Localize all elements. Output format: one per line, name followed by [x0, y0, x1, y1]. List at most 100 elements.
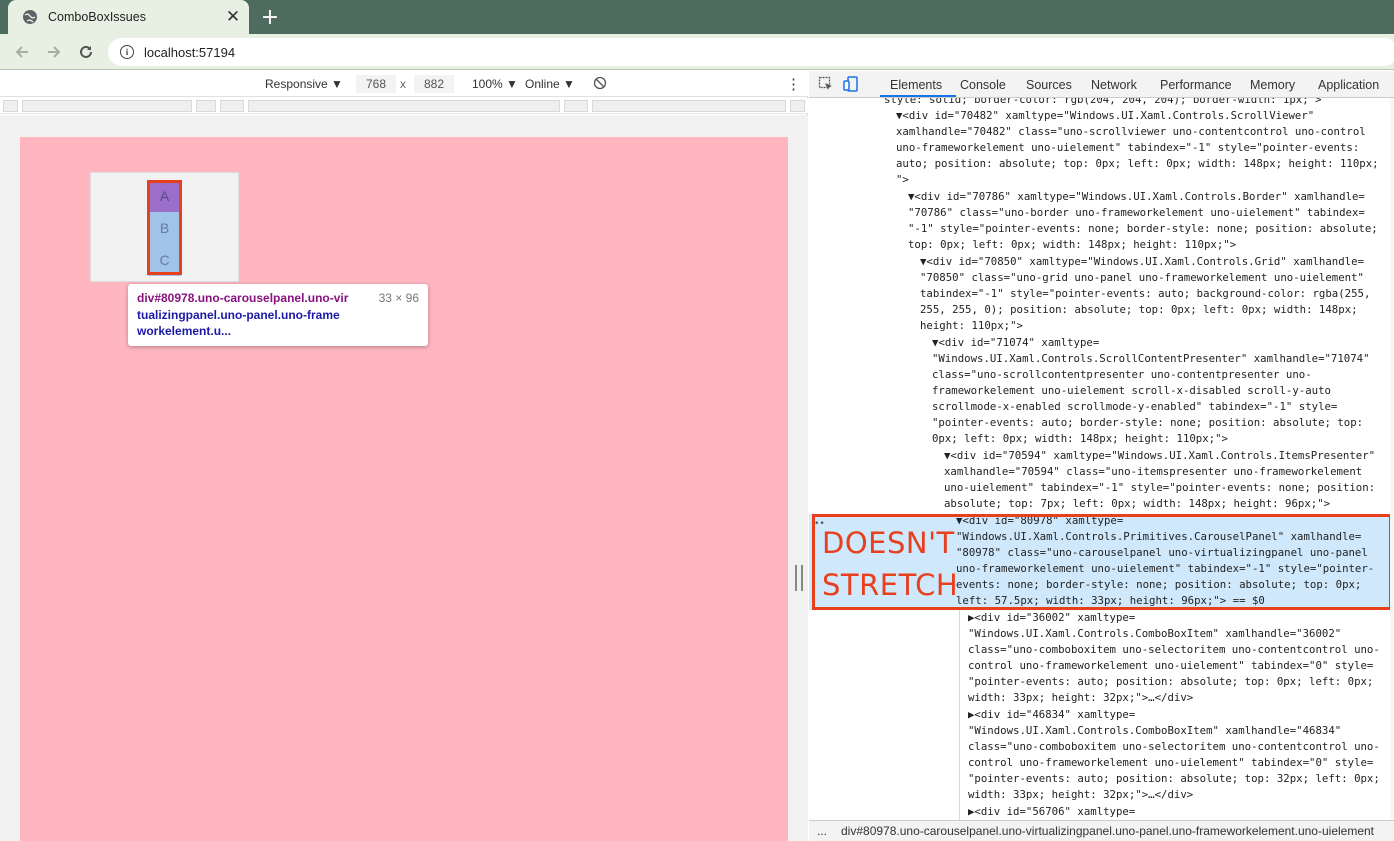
globe-icon — [22, 9, 38, 25]
tooltip-selector: div#80978.uno-carouselpanel.uno-vir tuali… — [137, 291, 349, 338]
new-tab-button[interactable]: + — [259, 5, 281, 30]
zoom-select[interactable]: 100% ▼ — [472, 77, 518, 91]
combobox-item-b[interactable]: B — [148, 212, 181, 244]
dom-line[interactable]: scrollmode-x-enabled scrollmode-y-enable… — [932, 399, 1337, 415]
height-input[interactable]: 882 — [414, 75, 454, 93]
dom-line[interactable]: xamlhandle="70482" class="uno-scrollview… — [896, 124, 1366, 140]
network-select[interactable]: Online ▼ — [525, 77, 575, 91]
devtools-panel: Elements Console Sources Network Perform… — [795, 71, 1394, 841]
ruler-segment[interactable] — [22, 100, 192, 112]
dom-tree: style: solid; border-color: rgb(204, 204… — [809, 98, 1394, 820]
breadcrumb-ellipsis[interactable]: ... — [809, 824, 835, 838]
dom-line[interactable]: "Windows.UI.Xaml.Controls.ComboBoxItem" … — [968, 723, 1341, 739]
tab-sources[interactable]: Sources — [1026, 78, 1072, 92]
dom-line[interactable]: ▶<div id="46834" xamltype= — [968, 707, 1135, 723]
dom-line[interactable]: "pointer-events: auto; position: absolut… — [968, 674, 1373, 690]
carousel-panel: A B C — [148, 180, 181, 276]
device-toolbar: Responsive ▼ 768 x 882 100% ▼ Online ▼ ⋮ — [0, 71, 808, 97]
tab-application[interactable]: Application — [1318, 78, 1379, 92]
dom-line[interactable]: class="uno-scrollcontentpresenter uno-co… — [932, 367, 1312, 383]
dom-line[interactable]: 255, 255, 0); position: absolute; top: 0… — [920, 302, 1358, 318]
width-input[interactable]: 768 — [356, 75, 396, 93]
media-query-ruler — [0, 98, 808, 114]
dom-line[interactable]: uno-uielement" tabindex="-1" style="poin… — [944, 480, 1375, 496]
times-sign: x — [400, 77, 406, 91]
ruler-segment[interactable] — [592, 100, 786, 112]
dom-tree-scrollbar[interactable] — [1390, 98, 1394, 820]
breadcrumb-item[interactable]: div#80978.uno-carouselpanel.uno-virtuali… — [835, 824, 1374, 838]
url-text: localhost:57194 — [144, 44, 236, 60]
dom-line[interactable]: ▼<div id="70482" xamltype="Windows.UI.Xa… — [896, 108, 1314, 124]
dom-line[interactable]: class="uno-comboboxitem uno-selectoritem… — [968, 739, 1380, 755]
more-options-icon[interactable]: ⋮ — [786, 75, 801, 93]
ruler-segment[interactable] — [3, 100, 18, 112]
dom-line[interactable]: style: solid; border-color: rgb(204, 204… — [884, 98, 1322, 108]
device-toggle-icon[interactable] — [842, 76, 860, 92]
combobox-item-c[interactable]: C — [148, 244, 181, 276]
dom-line[interactable]: tabindex="-1" style="pointer-events: aut… — [920, 286, 1370, 302]
annotation-text: DOESN'T STRETCH — [822, 526, 959, 602]
address-bar[interactable]: i localhost:57194 — [108, 38, 1394, 66]
browser-tab[interactable]: ComboBoxIssues ✕ — [8, 0, 249, 34]
rotate-icon[interactable] — [593, 76, 607, 93]
tab-console[interactable]: Console — [960, 78, 1006, 92]
dom-line[interactable]: "Windows.UI.Xaml.Controls.ScrollContentP… — [932, 351, 1370, 367]
ruler-segment[interactable] — [790, 100, 805, 112]
breadcrumb: ... div#80978.uno-carouselpanel.uno-virt… — [809, 820, 1394, 841]
dom-line[interactable]: "-1" style="pointer-events: none; border… — [908, 221, 1378, 237]
panel-splitter-handle[interactable] — [795, 565, 803, 591]
dom-line[interactable]: control uno-frameworkelement uno-uieleme… — [968, 658, 1373, 674]
dom-line[interactable]: "Windows.UI.Xaml.Controls.ComboBoxItem" … — [968, 626, 1341, 642]
dom-line[interactable]: uno-frameworkelement uno-uielement" tabi… — [896, 140, 1359, 156]
active-tab-indicator — [880, 95, 956, 97]
emulated-viewport: A B C div#80978.uno-carouselpanel.uno-vi… — [0, 115, 808, 841]
devtools-tabbar: Elements Console Sources Network Perform… — [809, 71, 1394, 98]
reload-icon[interactable] — [75, 41, 97, 63]
indent-guide — [959, 610, 960, 820]
close-tab-icon[interactable]: ✕ — [223, 7, 243, 27]
inspect-element-icon[interactable] — [817, 76, 835, 92]
inspect-tooltip: div#80978.uno-carouselpanel.uno-vir tuali… — [128, 284, 428, 346]
dom-line[interactable]: auto; position: absolute; top: 0px; left… — [896, 156, 1379, 172]
dom-line[interactable]: control uno-frameworkelement uno-uieleme… — [968, 755, 1373, 771]
dom-line[interactable]: ▶<div id="36002" xamltype= — [968, 610, 1135, 626]
dom-line[interactable]: class="uno-comboboxitem uno-selectoritem… — [968, 642, 1380, 658]
dom-line[interactable]: ▼<div id="70786" xamltype="Windows.UI.Xa… — [908, 189, 1365, 205]
dom-line[interactable]: "pointer-events: auto; position: absolut… — [968, 771, 1380, 787]
ruler-segment[interactable] — [248, 100, 560, 112]
forward-icon[interactable] — [43, 41, 65, 63]
dom-line[interactable]: ▼<div id="70850" xamltype="Windows.UI.Xa… — [920, 254, 1364, 270]
ruler-segment[interactable] — [564, 100, 588, 112]
tab-title: ComboBoxIssues — [48, 10, 146, 24]
ruler-segment[interactable] — [220, 100, 244, 112]
dom-line[interactable]: height: 110px;"> — [920, 318, 1023, 334]
dom-line[interactable]: ▼<div id="71074" xamltype= — [932, 335, 1099, 351]
ruler-segment[interactable] — [196, 100, 216, 112]
tab-memory[interactable]: Memory — [1250, 78, 1295, 92]
tab-performance[interactable]: Performance — [1160, 78, 1232, 92]
dom-line[interactable]: "70786" class="uno-border uno-frameworke… — [908, 205, 1365, 221]
site-info-icon[interactable]: i — [120, 45, 134, 59]
dom-line[interactable]: "> — [896, 172, 909, 188]
dom-line[interactable]: absolute; top: 7px; left: 0px; width: 14… — [944, 496, 1330, 512]
dom-line[interactable]: 0px; left: 0px; width: 148px; height: 11… — [932, 431, 1228, 447]
dom-line[interactable]: frameworkelement uno-uielement scroll-x-… — [932, 383, 1331, 399]
tooltip-size: 33 × 96 — [378, 291, 419, 305]
device-emulation-area: Responsive ▼ 768 x 882 100% ▼ Online ▼ ⋮… — [0, 71, 808, 841]
dom-line[interactable]: xamlhandle="70594" class="uno-itemsprese… — [944, 464, 1362, 480]
tab-network[interactable]: Network — [1091, 78, 1137, 92]
dom-line[interactable]: width: 33px; height: 32px;">…</div> — [968, 787, 1193, 803]
dom-line[interactable]: "70850" class="uno-grid uno-panel uno-fr… — [920, 270, 1364, 286]
dom-line[interactable]: top: 0px; left: 0px; width: 148px; heigh… — [908, 237, 1236, 253]
device-select[interactable]: Responsive ▼ — [265, 77, 343, 91]
dom-line[interactable]: ▶<div id="56706" xamltype= — [968, 804, 1135, 820]
tab-elements[interactable]: Elements — [890, 78, 942, 92]
browser-tab-strip: ComboBoxIssues ✕ + — [0, 0, 1394, 34]
dom-line[interactable]: width: 33px; height: 32px;">…</div> — [968, 690, 1193, 706]
browser-toolbar: i localhost:57194 — [0, 34, 1394, 70]
combobox-popup: A B C — [90, 172, 239, 282]
dom-line[interactable]: ▼<div id="70594" xamltype="Windows.UI.Xa… — [944, 448, 1375, 464]
dom-line[interactable]: "pointer-events: auto; border-style: non… — [932, 415, 1363, 431]
back-icon[interactable] — [11, 41, 33, 63]
combobox-item-a[interactable]: A — [148, 180, 181, 212]
